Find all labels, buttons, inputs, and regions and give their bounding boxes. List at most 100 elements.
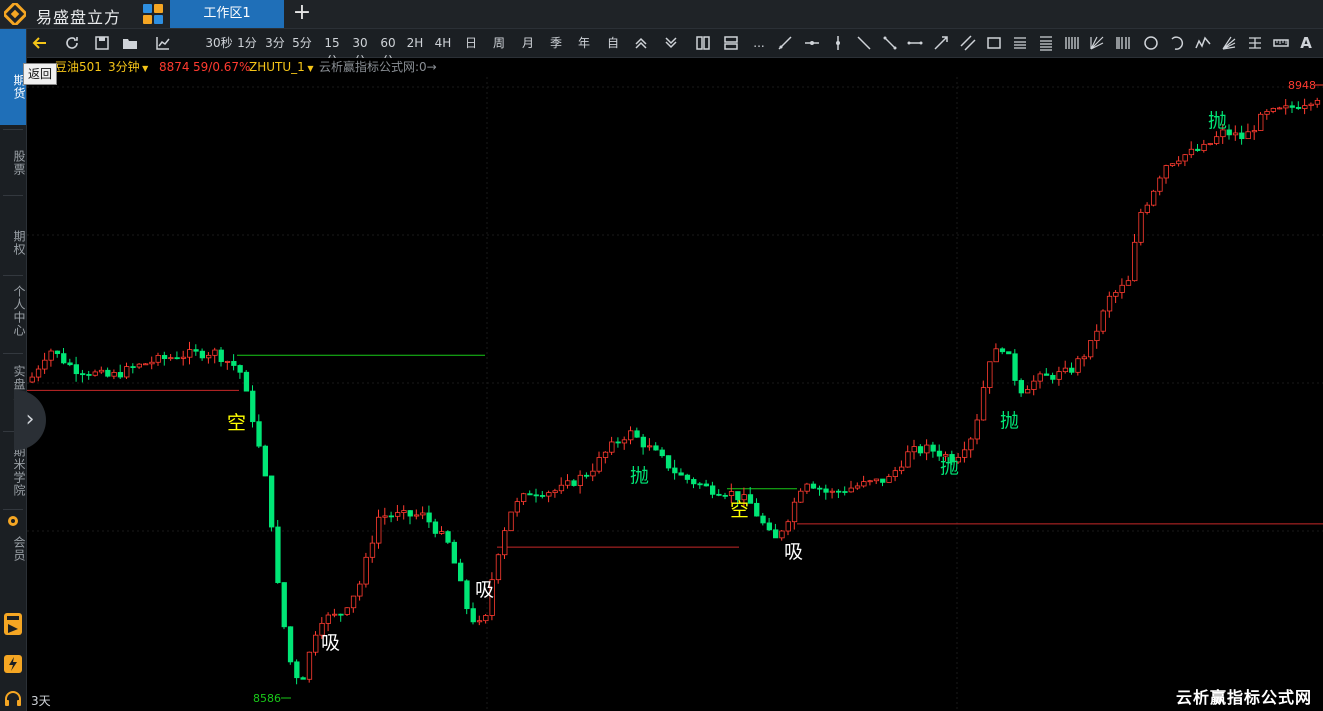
candle-body [684, 474, 691, 480]
save-icon[interactable] [94, 35, 110, 51]
vertical-line-icon[interactable] [830, 35, 846, 51]
period-30m[interactable]: 30分 [347, 34, 373, 68]
tab-workspace-1[interactable]: 工作区1 [170, 0, 284, 28]
candle-body [539, 495, 546, 497]
period-selector[interactable]: 3分钟 ▼ [108, 58, 148, 78]
back-arrow-icon[interactable] [32, 35, 48, 51]
period-day[interactable]: 日 [463, 34, 479, 52]
segment-icon[interactable] [882, 35, 898, 51]
double-down-icon[interactable] [663, 35, 679, 51]
candle-body [388, 515, 395, 518]
candle-body [1201, 143, 1207, 151]
wave-icon[interactable] [1195, 35, 1211, 51]
fibonacci-icon[interactable] [1012, 35, 1028, 51]
period-week[interactable]: 周 [491, 34, 507, 52]
sidebar-divider [3, 275, 23, 276]
candle-body [1264, 111, 1270, 115]
more-tools-button[interactable]: ... [753, 34, 765, 52]
period-1m[interactable]: 1分 [237, 34, 257, 52]
ray-down-icon[interactable] [856, 35, 872, 51]
signal-label: 抛 [630, 465, 649, 487]
refresh-icon[interactable] [64, 35, 80, 51]
trend-line-icon[interactable] [777, 35, 793, 51]
indicator-selector[interactable]: ZHUTU_1 ▼ [249, 58, 313, 78]
symbol-name[interactable]: 豆油501 [55, 58, 102, 76]
last-price: 8874 [159, 60, 190, 74]
candle-body [476, 620, 483, 623]
parallel-channel-icon[interactable] [960, 35, 976, 51]
candle-body [495, 554, 502, 581]
member-icon [8, 516, 18, 526]
arrow-line-icon[interactable] [933, 35, 949, 51]
candle-body [571, 480, 577, 486]
split-vertical-icon[interactable] [695, 35, 711, 51]
candle-body [527, 493, 533, 496]
candle-body [930, 444, 936, 452]
double-up-icon[interactable] [633, 35, 649, 51]
candle-body [130, 366, 136, 368]
ruler-icon[interactable] [1273, 35, 1289, 51]
text-tool-button[interactable]: A [1299, 34, 1313, 52]
candle-body [842, 491, 848, 493]
candle-body [331, 613, 338, 616]
period-2h[interactable]: 2H [405, 34, 425, 52]
left-sidebar: 期货 股票 期权 个人中心 实盘榜单 期米学院 会员 [0, 29, 27, 711]
sidebar-item-options[interactable]: 期权 [0, 213, 26, 273]
period-15m[interactable]: 15分 [319, 34, 345, 68]
candle-body [231, 361, 237, 366]
candle-body [218, 349, 224, 362]
headset-icon[interactable] [4, 691, 22, 707]
period-quarter[interactable]: 季 [548, 34, 564, 52]
candles [29, 97, 1321, 685]
candle-body [1069, 367, 1075, 373]
gann-fan-icon[interactable] [1089, 35, 1105, 51]
sidebar-item-personal-center[interactable]: 个人中心 [0, 279, 26, 343]
fib-time-icon[interactable] [1115, 35, 1131, 51]
candle-body [602, 451, 609, 458]
candle-body [1113, 292, 1119, 297]
sidebar-divider [3, 509, 23, 510]
candle-body [1277, 107, 1283, 110]
period-5m[interactable]: 5分 [292, 34, 312, 52]
workspace-grid-icon[interactable] [142, 3, 164, 25]
speed-lines-icon[interactable] [1221, 35, 1237, 51]
period-year[interactable]: 年 [576, 34, 592, 52]
fib-retracement-icon[interactable] [1038, 35, 1054, 51]
price-range-icon[interactable] [1247, 35, 1263, 51]
candle-body [464, 580, 470, 610]
open-folder-icon[interactable] [122, 35, 138, 51]
vip-icon[interactable] [3, 612, 23, 636]
sidebar-item-member[interactable]: 会员 [0, 529, 26, 569]
arc-icon[interactable] [1169, 35, 1185, 51]
period-60m[interactable]: 60分 [375, 34, 401, 68]
candle-body [722, 494, 728, 497]
candle-body [999, 348, 1006, 353]
candle-body [350, 595, 357, 609]
split-horizontal-icon[interactable] [723, 35, 739, 51]
candle-body [180, 356, 187, 359]
period-custom[interactable]: 自 [605, 34, 621, 52]
candle-body [1251, 130, 1258, 133]
candle-body [1258, 113, 1264, 131]
candle-body [609, 441, 615, 453]
horizontal-ray-icon[interactable] [804, 35, 820, 51]
candlestick-chart[interactable]: 空吸吸抛空吸抛抛抛 89488586 [27, 77, 1323, 711]
rectangle-icon[interactable] [986, 35, 1002, 51]
candle-body [1037, 373, 1043, 382]
signal-label: 抛 [1000, 410, 1019, 432]
lightning-icon[interactable] [3, 654, 23, 674]
candle-body [325, 614, 332, 624]
sidebar-item-stocks[interactable]: 股票 [0, 133, 26, 193]
line-chart-icon[interactable] [155, 35, 171, 51]
period-3m[interactable]: 3分 [265, 34, 285, 52]
candle-body [880, 478, 886, 483]
period-4h[interactable]: 4H [433, 34, 453, 52]
add-tab-button[interactable]: + [290, 0, 314, 28]
candle-body [1031, 380, 1037, 390]
period-month[interactable]: 月 [520, 34, 536, 52]
period-30s[interactable]: 30秒 [205, 34, 233, 52]
candle-body [1106, 295, 1113, 312]
circle-icon[interactable] [1143, 35, 1159, 51]
time-cycle-icon[interactable] [1064, 35, 1080, 51]
horizontal-segment-icon[interactable] [907, 35, 923, 51]
